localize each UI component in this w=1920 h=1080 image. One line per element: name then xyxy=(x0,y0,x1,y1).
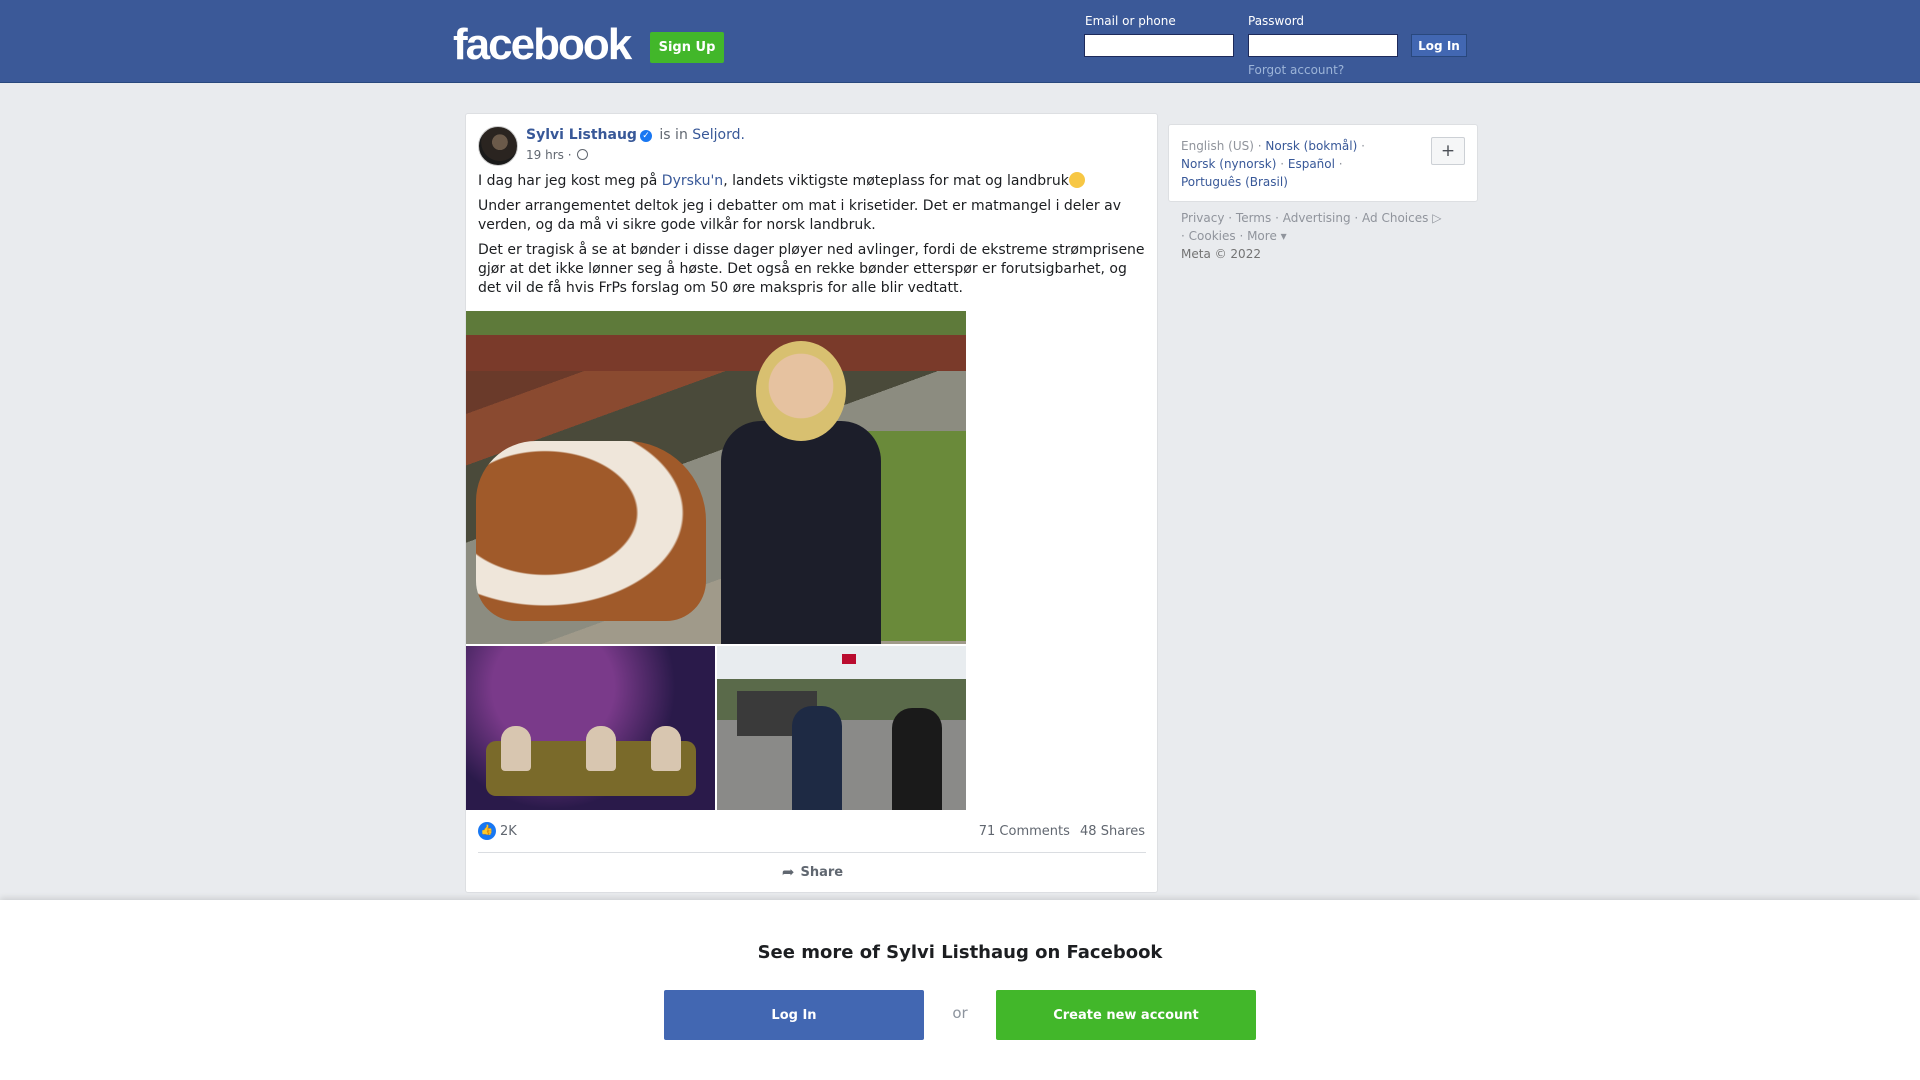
footer-link[interactable]: Advertising xyxy=(1283,211,1351,225)
post-photo-debate[interactable] xyxy=(466,646,715,810)
post-text-span: , landets viktigste møteplass for mat og… xyxy=(723,173,1069,189)
divider xyxy=(478,852,1146,853)
photo-detail xyxy=(756,341,846,441)
chevron-down-icon: ▾ xyxy=(1276,229,1287,243)
top-bar: facebook Sign Up Email or phone Password… xyxy=(0,0,1920,83)
footer-link[interactable]: Privacy xyxy=(1181,211,1224,225)
is-in-text: is in xyxy=(659,127,688,143)
post-photo-main[interactable] xyxy=(466,311,966,644)
post-text-span: I dag har jeg kost meg på xyxy=(478,173,662,189)
share-arrow-icon: ➦ xyxy=(781,863,795,881)
photo-detail xyxy=(892,708,942,810)
language-link[interactable]: Português (Brasil) xyxy=(1181,175,1288,189)
post-paragraph: Det er tragisk å se at bønder i disse da… xyxy=(478,242,1145,296)
more-languages-button[interactable]: + xyxy=(1431,137,1465,165)
language-card: English (US) · Norsk (bokmål) · Norsk (n… xyxy=(1168,124,1478,202)
footer-link[interactable]: Terms xyxy=(1236,211,1271,225)
photo-detail xyxy=(501,726,531,771)
photo-detail xyxy=(651,726,681,771)
language-list: English (US) · Norsk (bokmål) · Norsk (n… xyxy=(1181,139,1365,189)
footer-links: Privacy · Terms · Advertising · Ad Choic… xyxy=(1181,211,1442,261)
overlay-login-button[interactable]: Log In xyxy=(664,990,924,1040)
password-label: Password xyxy=(1248,14,1305,28)
email-label: Email or phone xyxy=(1085,14,1176,28)
create-account-button[interactable]: Create new account xyxy=(996,990,1256,1040)
engagement-counts: 71 Comments 48 Shares xyxy=(973,824,1145,839)
author-line: Sylvi Listhaug ✓ is in Seljord. xyxy=(526,127,745,143)
forgot-account-link[interactable]: Forgot account? xyxy=(1248,63,1344,77)
shares-count[interactable]: 48 Shares xyxy=(1080,824,1145,839)
reactions[interactable]: 👍 2K xyxy=(478,822,517,840)
signup-button[interactable]: Sign Up xyxy=(650,32,724,63)
password-field[interactable] xyxy=(1248,34,1398,57)
language-link[interactable]: Norsk (nynorsk) xyxy=(1181,157,1276,171)
ad-choices-icon: ▷ xyxy=(1428,211,1442,225)
login-prompt-overlay: See more of Sylvi Listhaug on Facebook L… xyxy=(0,900,1920,1080)
post-card: Sylvi Listhaug ✓ is in Seljord. 19 hrs · … xyxy=(465,113,1158,893)
post-paragraph: I dag har jeg kost meg på Dyrsku'n, land… xyxy=(478,172,1148,191)
verified-badge-icon: ✓ xyxy=(639,130,652,142)
language-link[interactable]: Español xyxy=(1288,157,1335,171)
post-text: I dag har jeg kost meg på Dyrsku'n, land… xyxy=(478,172,1148,304)
email-field[interactable] xyxy=(1084,34,1234,57)
footer-link[interactable]: Cookies xyxy=(1189,229,1236,243)
post-photo-outdoor[interactable] xyxy=(717,646,966,810)
photo-detail xyxy=(792,706,842,810)
copyright: Meta © 2022 xyxy=(1181,247,1261,261)
or-text: or xyxy=(952,1004,968,1022)
footer-link[interactable]: Ad Choices xyxy=(1362,211,1428,225)
post-paragraph: Under arrangementet deltok jeg i debatte… xyxy=(478,198,1121,233)
smile-emoji-icon xyxy=(1068,172,1085,188)
place-link[interactable]: Seljord. xyxy=(692,127,745,143)
post-meta: 19 hrs · xyxy=(526,148,589,162)
language-link[interactable]: Norsk (bokmål) xyxy=(1265,139,1357,153)
login-button[interactable]: Log In xyxy=(1411,34,1467,57)
photo-detail xyxy=(842,654,856,664)
share-button[interactable]: ➦ Share xyxy=(466,856,1159,888)
globe-icon xyxy=(577,149,589,160)
photo-detail xyxy=(466,311,966,371)
language-current: English (US) xyxy=(1181,139,1254,153)
share-label: Share xyxy=(800,864,844,880)
photo-detail xyxy=(476,441,706,621)
comments-count[interactable]: 71 Comments xyxy=(979,824,1070,839)
avatar[interactable] xyxy=(478,126,518,166)
like-icon: 👍 xyxy=(478,822,496,840)
post-time[interactable]: 19 hrs · xyxy=(526,148,572,162)
photo-detail xyxy=(721,421,881,644)
dyrskun-link[interactable]: Dyrsku'n xyxy=(662,173,723,189)
photo-detail xyxy=(586,726,616,771)
author-name[interactable]: Sylvi Listhaug xyxy=(526,127,637,143)
reaction-count: 2K xyxy=(500,823,517,839)
footer-link[interactable]: More xyxy=(1247,229,1277,243)
facebook-logo[interactable]: facebook xyxy=(453,20,632,70)
overlay-title: See more of Sylvi Listhaug on Facebook xyxy=(757,942,1163,963)
